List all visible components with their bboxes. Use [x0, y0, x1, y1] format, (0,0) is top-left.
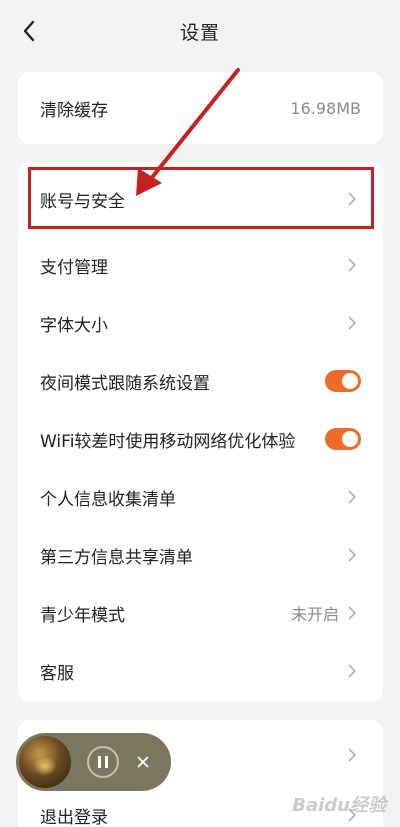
personal-info-row[interactable]: 个人信息收集清单 [18, 468, 383, 526]
customer-service-row[interactable]: 客服 [18, 642, 383, 700]
chevron-right-icon [343, 746, 361, 764]
third-party-label: 第三方信息共享清单 [40, 547, 193, 568]
toggle-knob [342, 373, 358, 389]
close-player-button[interactable] [133, 752, 153, 772]
chevron-right-icon [343, 488, 361, 506]
personal-info-label: 个人信息收集清单 [40, 489, 176, 510]
clear-cache-row[interactable]: 清除缓存 16.98MB [18, 72, 383, 144]
pause-button[interactable] [87, 746, 119, 778]
chevron-right-icon [343, 256, 361, 274]
teen-mode-label: 青少年模式 [40, 605, 125, 626]
customer-service-label: 客服 [40, 663, 74, 684]
settings-page: 设置 清除缓存 16.98MB 账号与安全 支付管理 字体大小 夜间模式跟随系统… [0, 0, 400, 827]
night-mode-row: 夜间模式跟随系统设置 [18, 352, 383, 410]
night-mode-label: 夜间模式跟随系统设置 [40, 373, 210, 394]
header: 设置 [0, 0, 400, 62]
chevron-right-icon [343, 314, 361, 332]
wifi-optimize-row: WiFi较差时使用移动网络优化体验 [18, 410, 383, 468]
teen-mode-status: 未开启 [290, 605, 339, 624]
chevron-right-icon [343, 662, 361, 680]
settings-card: 账号与安全 支付管理 字体大小 夜间模式跟随系统设置 WiFi较差时使用移动网络… [18, 162, 383, 702]
close-icon [137, 756, 149, 768]
teen-mode-row[interactable]: 青少年模式 未开启 [18, 584, 383, 642]
watermark: Baidu经验 [292, 795, 386, 816]
album-cover[interactable] [19, 736, 71, 788]
third-party-row[interactable]: 第三方信息共享清单 [18, 526, 383, 584]
page-title: 设置 [179, 21, 220, 44]
font-size-label: 字体大小 [40, 315, 108, 336]
toggle-knob [342, 431, 358, 447]
cache-card: 清除缓存 16.98MB [18, 72, 383, 144]
chevron-left-icon [23, 20, 35, 42]
chevron-right-icon [343, 604, 361, 622]
cache-size-value: 16.98MB [290, 98, 361, 118]
wifi-optimize-label: WiFi较差时使用移动网络优化体验 [40, 431, 296, 452]
floating-audio-player [16, 733, 171, 791]
wifi-optimize-toggle[interactable] [325, 428, 361, 450]
highlight-box [28, 167, 374, 229]
night-mode-toggle[interactable] [325, 370, 361, 392]
payment-label: 支付管理 [40, 257, 108, 278]
pause-icon [98, 756, 108, 768]
payment-row[interactable]: 支付管理 [18, 236, 383, 294]
back-button[interactable] [14, 16, 44, 46]
chevron-right-icon [343, 546, 361, 564]
clear-cache-label: 清除缓存 [40, 100, 108, 121]
font-size-row[interactable]: 字体大小 [18, 294, 383, 352]
